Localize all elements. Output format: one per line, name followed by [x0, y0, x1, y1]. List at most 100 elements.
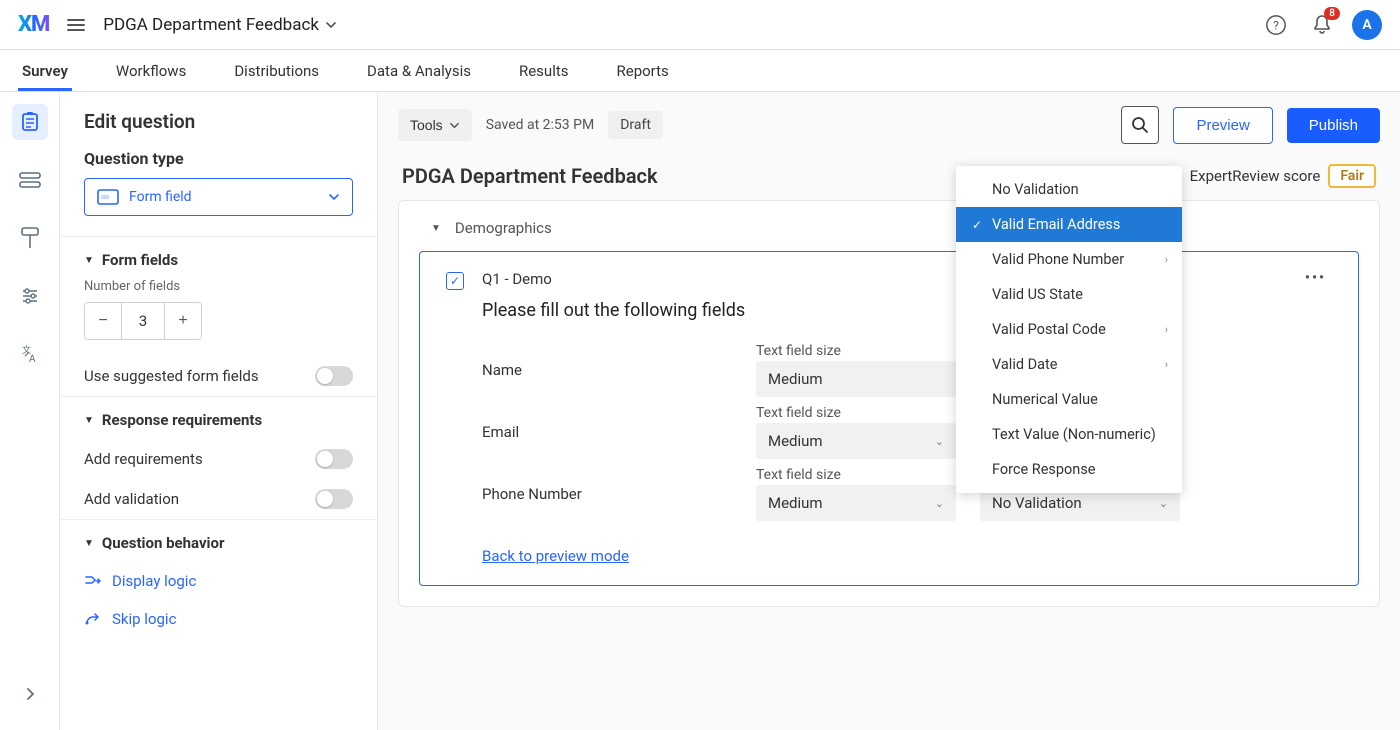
- main-tabs: Survey Workflows Distributions Data & An…: [0, 50, 1400, 92]
- saved-status: Saved at 2:53 PM: [486, 117, 595, 133]
- field-size-label: Text field size: [756, 467, 956, 485]
- validation-option[interactable]: Numerical Value: [956, 382, 1182, 417]
- svg-text:?: ?: [1273, 18, 1279, 32]
- field-size-label: Text field size: [756, 405, 956, 423]
- validation-option[interactable]: Force Response: [956, 452, 1182, 487]
- triangle-down-icon: ▼: [431, 223, 441, 234]
- expert-review[interactable]: ExpertReview score Fair: [1164, 164, 1376, 188]
- rail-translate-icon[interactable]: 文A: [12, 336, 48, 372]
- rail-builder-icon[interactable]: [12, 104, 48, 140]
- validation-option-label: No Validation: [992, 181, 1079, 198]
- chevron-right-icon: ›: [1165, 253, 1168, 266]
- add-validation-label: Add validation: [84, 490, 179, 508]
- use-suggested-toggle[interactable]: [315, 366, 353, 386]
- validation-dropdown: No Validation ✓ Valid Email Address Valid P…: [956, 166, 1182, 493]
- display-logic-label: Display logic: [112, 572, 196, 590]
- question-block: ▼ Demographics ✓ Q1 - Demo ••• Please fi…: [398, 200, 1380, 607]
- help-icon[interactable]: ?: [1260, 9, 1292, 41]
- tools-label: Tools: [410, 117, 443, 133]
- validation-option[interactable]: Valid US State: [956, 277, 1182, 312]
- tab-results[interactable]: Results: [519, 52, 569, 90]
- validation-option-label: Valid Date: [992, 356, 1057, 373]
- tab-reports[interactable]: Reports: [617, 52, 669, 90]
- notifications-icon[interactable]: 8: [1306, 9, 1338, 41]
- skip-logic-label: Skip logic: [112, 610, 176, 628]
- validation-option-label: Valid Email Address: [992, 216, 1120, 233]
- notification-badge: 8: [1324, 7, 1340, 20]
- question-type-label: Question type: [84, 149, 353, 168]
- validation-option[interactable]: No Validation: [956, 172, 1182, 207]
- validation-option[interactable]: Valid Phone Number ›: [956, 242, 1182, 277]
- check-icon: ✓: [970, 218, 984, 232]
- canvas-toolbar: Tools Saved at 2:53 PM Draft Preview Pub…: [378, 92, 1400, 158]
- question-behavior-label: Question behavior: [102, 534, 225, 552]
- add-requirements-toggle[interactable]: [315, 449, 353, 469]
- field-size-select[interactable]: Medium: [756, 361, 956, 397]
- field-size-select[interactable]: Medium ⌄: [756, 423, 956, 459]
- rail-options-icon[interactable]: [12, 278, 48, 314]
- display-logic-link[interactable]: Display logic: [84, 562, 353, 600]
- validation-option-label: Text Value (Non-numeric): [992, 426, 1156, 443]
- chevron-down-icon: [449, 120, 460, 131]
- tab-survey[interactable]: Survey: [22, 52, 68, 90]
- field-name[interactable]: Name: [482, 361, 732, 379]
- avatar[interactable]: A: [1352, 10, 1382, 40]
- field-size-label: Text field size: [756, 343, 956, 361]
- validation-option[interactable]: Valid Postal Code›: [956, 312, 1182, 347]
- rail-flow-icon[interactable]: [12, 162, 48, 198]
- search-button[interactable]: [1121, 106, 1159, 144]
- question-prompt[interactable]: Please fill out the following fields: [482, 300, 1332, 321]
- expert-review-score: Fair: [1328, 164, 1376, 188]
- draft-chip: Draft: [608, 111, 663, 139]
- project-name-dropdown[interactable]: PDGA Department Feedback: [103, 15, 337, 35]
- field-name[interactable]: Email: [482, 423, 732, 441]
- validation-option[interactable]: ✓ Valid Email Address: [956, 207, 1182, 242]
- question-type-value: Form field: [129, 189, 192, 205]
- response-requirements-section[interactable]: ▼ Response requirements: [84, 397, 353, 439]
- publish-button[interactable]: Publish: [1287, 108, 1380, 143]
- skip-logic-link[interactable]: Skip logic: [84, 600, 353, 638]
- back-to-preview-link[interactable]: Back to preview mode: [482, 547, 629, 565]
- canvas: Tools Saved at 2:53 PM Draft Preview Pub…: [378, 92, 1400, 730]
- question-more-menu[interactable]: •••: [1305, 270, 1332, 286]
- validation-option[interactable]: Text Value (Non-numeric): [956, 417, 1182, 452]
- question-type-select[interactable]: Form field: [84, 178, 353, 216]
- triangle-down-icon: ▼: [84, 255, 94, 266]
- response-requirements-label: Response requirements: [102, 411, 262, 429]
- preview-button[interactable]: Preview: [1173, 107, 1272, 144]
- validation-option-label: Valid US State: [992, 286, 1083, 303]
- validation-option[interactable]: Valid Date›: [956, 347, 1182, 382]
- chevron-down-icon: ⌄: [935, 435, 944, 448]
- field-size-value: Medium: [768, 494, 823, 512]
- field-size-value: Medium: [768, 370, 823, 388]
- rail-look-feel-icon[interactable]: [12, 220, 48, 256]
- form-field-icon: [97, 189, 119, 205]
- tools-dropdown[interactable]: Tools: [398, 109, 472, 141]
- menu-icon[interactable]: [63, 15, 89, 35]
- expert-review-label: ExpertReview score: [1190, 167, 1321, 185]
- chevron-down-icon: [325, 19, 337, 31]
- field-validation-value: No Validation: [992, 494, 1082, 512]
- validation-option-label: Valid Phone Number: [992, 251, 1124, 268]
- field-name[interactable]: Phone Number: [482, 485, 732, 503]
- chevron-right-icon: ›: [1165, 323, 1168, 336]
- number-of-fields-label: Number of fields: [84, 279, 353, 294]
- tab-distributions[interactable]: Distributions: [234, 52, 319, 90]
- tab-workflows[interactable]: Workflows: [116, 52, 186, 90]
- field-size-select[interactable]: Medium ⌄: [756, 485, 956, 521]
- question-id: Q1 - Demo: [482, 270, 552, 288]
- stepper-plus[interactable]: +: [165, 303, 201, 339]
- form-fields-section[interactable]: ▼ Form fields: [84, 237, 353, 279]
- skip-logic-icon: [84, 611, 102, 627]
- block-header[interactable]: ▼ Demographics: [419, 215, 1359, 251]
- survey-title: PDGA Department Feedback: [402, 164, 658, 188]
- question-behavior-section[interactable]: ▼ Question behavior: [84, 520, 353, 562]
- question-checkbox[interactable]: ✓: [446, 272, 464, 290]
- add-validation-toggle[interactable]: [315, 489, 353, 509]
- triangle-down-icon: ▼: [84, 415, 94, 426]
- tab-data-analysis[interactable]: Data & Analysis: [367, 52, 471, 90]
- search-icon: [1131, 116, 1149, 134]
- stepper-minus[interactable]: −: [85, 303, 121, 339]
- use-suggested-label: Use suggested form fields: [84, 367, 259, 385]
- rail-expand-icon[interactable]: [12, 676, 48, 712]
